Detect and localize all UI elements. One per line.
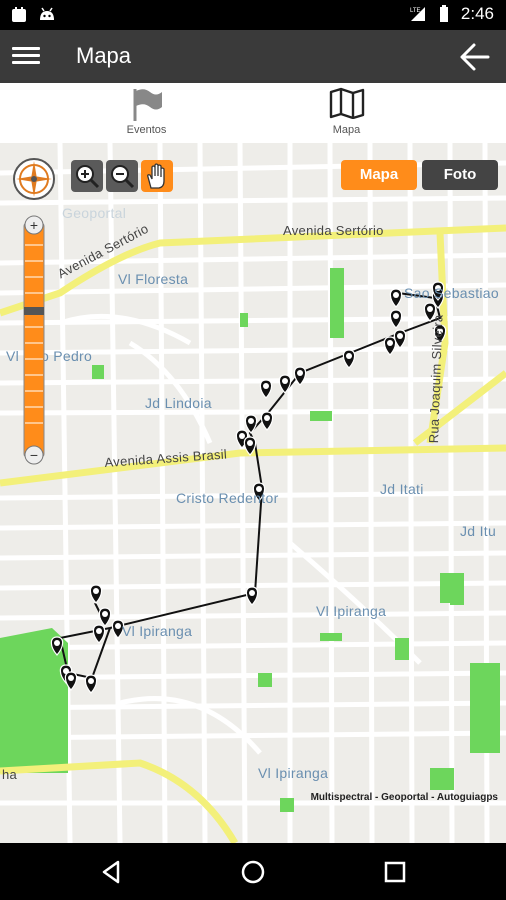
district-label: Jd Lindoia: [145, 395, 212, 411]
android-icon: [40, 7, 54, 20]
district-label: Vl Ipiranga: [258, 765, 329, 781]
map-view[interactable]: Avenida Sertório Avenida Sertório Avenid…: [0, 143, 506, 843]
compass-icon[interactable]: [12, 157, 56, 201]
district-label: Vl Ipiranga: [122, 623, 193, 639]
svg-text:LTE: LTE: [410, 8, 421, 14]
marker-pin-icon[interactable]: [89, 584, 103, 604]
flag-icon: [133, 89, 162, 121]
marker-pin-icon[interactable]: [245, 586, 259, 606]
map-attribution: Multispectral - Geoportal - Autoguiagps: [310, 792, 498, 803]
marker-pin-icon[interactable]: [389, 309, 403, 329]
app-bar: Mapa: [0, 30, 506, 83]
marker-pin-icon[interactable]: [389, 288, 403, 308]
status-bar: LTE 2:46: [0, 0, 506, 30]
mapa-mode-button[interactable]: Mapa: [341, 160, 417, 190]
notification-icon: [12, 7, 26, 22]
marker-pin-icon[interactable]: [244, 414, 258, 434]
battery-icon: [439, 5, 448, 22]
marker-pin-icon[interactable]: [259, 379, 273, 399]
svg-text:+: +: [30, 217, 38, 233]
marker-pin-icon[interactable]: [92, 624, 106, 644]
foto-mode-button[interactable]: Foto: [422, 160, 498, 190]
system-nav-bar: [0, 843, 506, 900]
district-label: Vl Floresta: [118, 271, 189, 287]
back-nav-icon[interactable]: [96, 857, 126, 887]
recents-nav-icon[interactable]: [380, 857, 410, 887]
street-label: ha: [2, 767, 18, 782]
marker-pin-icon[interactable]: [342, 349, 356, 369]
district-label: Sao Sebastiao: [404, 285, 499, 301]
watermark-label: Geoportal: [62, 205, 127, 221]
zoom-slider[interactable]: + −: [23, 215, 45, 465]
page-title: Mapa: [76, 43, 132, 68]
lte-signal-icon: LTE: [410, 7, 425, 21]
zoom-in-icon[interactable]: [71, 160, 103, 192]
district-label: Jd Itati: [380, 481, 424, 497]
district-label: Vl São Pedro: [6, 348, 93, 364]
marker-pin-icon[interactable]: [84, 674, 98, 694]
map-icon: [329, 87, 364, 119]
district-label: Vl Ipiranga: [316, 603, 387, 619]
street-label: Avenida Sertório: [283, 223, 384, 238]
marker-pin-icon[interactable]: [393, 329, 407, 349]
marker-pin-icon[interactable]: [260, 411, 274, 431]
menu-button[interactable]: [12, 43, 40, 69]
zoom-out-icon[interactable]: [106, 160, 138, 192]
marker-pin-icon[interactable]: [383, 336, 397, 356]
tab-mapa[interactable]: Mapa: [220, 83, 473, 143]
marker-pin-icon[interactable]: [98, 607, 112, 627]
pan-hand-icon[interactable]: [141, 160, 173, 192]
svg-text:−: −: [30, 447, 38, 463]
home-nav-icon[interactable]: [238, 857, 268, 887]
clock: 2:46: [460, 4, 494, 23]
tab-mapa-label: Mapa: [332, 124, 361, 136]
district-label: Cristo Redentor: [176, 490, 279, 506]
tab-bar: Eventos Mapa: [0, 83, 506, 144]
back-arrow-icon[interactable]: [458, 42, 490, 72]
district-label: Jd Itu: [460, 523, 497, 539]
